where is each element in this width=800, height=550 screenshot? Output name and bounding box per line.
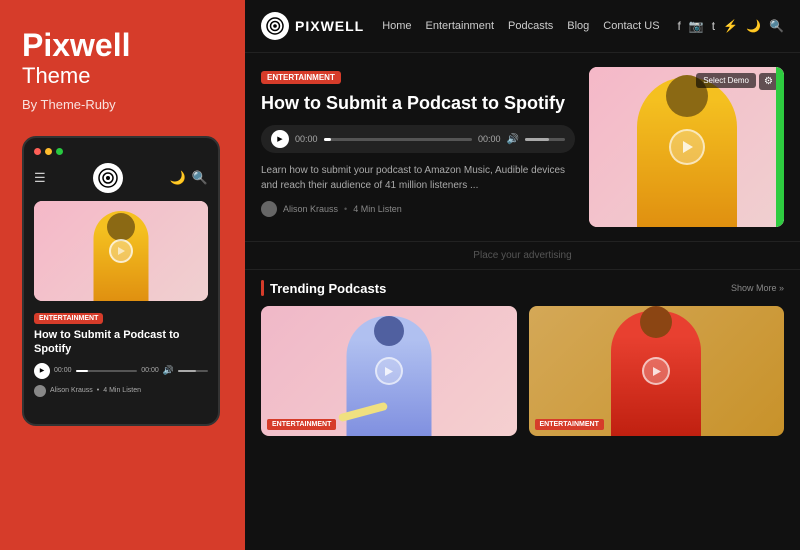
left-panel: Pixwell Theme By Theme-Ruby ☰ 🌙 🔍 [0, 0, 245, 550]
phone-time-end: 00:00 [141, 367, 159, 374]
facebook-icon[interactable]: f [678, 19, 681, 33]
trending-title-wrap: Trending Podcasts [261, 280, 386, 296]
instagram-icon[interactable]: 📷 [689, 19, 704, 33]
trending-card-2: ENTERTAINMENT [529, 306, 785, 436]
audio-player: ▶ 00:00 00:00 🔊 [261, 125, 575, 153]
article-main: ENTERTAINMENT How to Submit a Podcast to… [261, 67, 575, 227]
brand-title: Pixwell [22, 28, 223, 63]
lightning-icon: ⚡ [723, 19, 738, 33]
site-header-icons: f 📷 t ⚡ 🌙 🔍 [678, 19, 785, 33]
phone-header-icons: 🌙 🔍 [170, 170, 208, 186]
phone-play-button[interactable]: ▶ [34, 363, 50, 379]
card1-play-overlay[interactable] [375, 357, 403, 385]
search-icon[interactable]: 🔍 [192, 170, 208, 186]
nav-home[interactable]: Home [382, 20, 411, 32]
select-demo-button[interactable]: Select Demo [696, 73, 756, 88]
phone-play-overlay [109, 239, 133, 263]
phone-author-avatar [34, 385, 46, 397]
trending-bar [261, 280, 264, 296]
site-header: PIXWELL Home Entertainment Podcasts Blog… [245, 0, 800, 53]
audio-play-button[interactable]: ▶ [271, 130, 289, 148]
brand-subtitle: Theme [22, 63, 223, 89]
search-icon[interactable]: 🔍 [769, 19, 784, 33]
hamburger-icon[interactable]: ☰ [34, 170, 46, 186]
phone-time-start: 00:00 [54, 367, 72, 374]
card2-tag: ENTERTAINMENT [535, 419, 604, 430]
audio-end-time: 00:00 [478, 134, 501, 144]
site-logo: PIXWELL [261, 12, 364, 40]
phone-progress-bar[interactable] [76, 370, 138, 372]
nav-blog[interactable]: Blog [567, 20, 589, 32]
audio-start-time: 00:00 [295, 134, 318, 144]
phone-author-meta: 4 Min Listen [103, 387, 141, 394]
article-excerpt: Learn how to submit your podcast to Amaz… [261, 163, 575, 193]
show-more-link[interactable]: Show More » [731, 283, 784, 293]
trending-title: Trending Podcasts [270, 281, 386, 296]
site-content: ENTERTAINMENT How to Submit a Podcast to… [245, 53, 800, 242]
phone-article-tag: ENTERTAINMENT [34, 313, 103, 324]
ad-banner: Place your advertising [245, 242, 800, 270]
audio-progress-bar[interactable] [324, 138, 472, 141]
nav-entertainment[interactable]: Entertainment [426, 20, 494, 32]
article-title: How to Submit a Podcast to Spotify [261, 92, 575, 115]
nav-podcasts[interactable]: Podcasts [508, 20, 553, 32]
darkmode-icon[interactable]: 🌙 [746, 19, 761, 33]
dot-yellow [45, 148, 52, 155]
phone-volume-icon: 🔊 [163, 365, 174, 376]
trending-header: Trending Podcasts Show More » [261, 280, 784, 296]
trending-cards: ENTERTAINMENT ENTERTAINMENT [261, 306, 784, 436]
hero-play-overlay[interactable] [669, 129, 705, 165]
phone-header: ☰ 🌙 🔍 [34, 163, 208, 193]
audio-progress-fill [324, 138, 331, 141]
phone-mockup: ☰ 🌙 🔍 ENTERTAINMENT How to Submit a Podc… [22, 136, 220, 426]
window-dots [34, 148, 208, 155]
phone-article-image [34, 201, 208, 301]
right-panel: PIXWELL Home Entertainment Podcasts Blog… [245, 0, 800, 550]
phone-progress-fill [76, 370, 88, 372]
author-separator: • [344, 204, 347, 214]
dot-green [56, 148, 63, 155]
green-bar [776, 67, 784, 227]
article-author: Alison Krauss • 4 Min Listen [261, 201, 575, 217]
site-logo-text: PIXWELL [295, 18, 364, 34]
phone-author: Alison Krauss • 4 Min Listen [34, 385, 208, 397]
article-tag: ENTERTAINMENT [261, 71, 341, 84]
site-logo-icon [261, 12, 289, 40]
twitter-icon[interactable]: t [712, 19, 715, 33]
site-nav: Home Entertainment Podcasts Blog Contact… [382, 20, 659, 32]
dot-red [34, 148, 41, 155]
author-name: Alison Krauss [283, 204, 338, 214]
audio-volume-bar[interactable] [525, 138, 565, 141]
card2-play-overlay[interactable] [642, 357, 670, 385]
phone-article-title: How to Submit a Podcast to Spotify [34, 328, 208, 357]
audio-volume-icon: 🔊 [507, 134, 519, 145]
card1-tag: ENTERTAINMENT [267, 419, 336, 430]
author-meta: 4 Min Listen [353, 204, 402, 214]
moon-icon[interactable]: 🌙 [170, 170, 186, 186]
author-avatar [261, 201, 277, 217]
phone-dot-sep: • [97, 387, 99, 394]
phone-audio-bar: ▶ 00:00 00:00 🔊 [34, 363, 208, 379]
phone-volume-bar[interactable] [178, 370, 208, 372]
brand-by-line: By Theme-Ruby [22, 97, 223, 112]
trending-section: Trending Podcasts Show More » ENTERTAINM… [245, 270, 800, 446]
trending-card-1: ENTERTAINMENT [261, 306, 517, 436]
phone-author-name: Alison Krauss [50, 387, 93, 394]
article-hero-image: Select Demo ⚙ [589, 67, 784, 227]
nav-contact[interactable]: Contact US [603, 20, 659, 32]
phone-logo [93, 163, 123, 193]
